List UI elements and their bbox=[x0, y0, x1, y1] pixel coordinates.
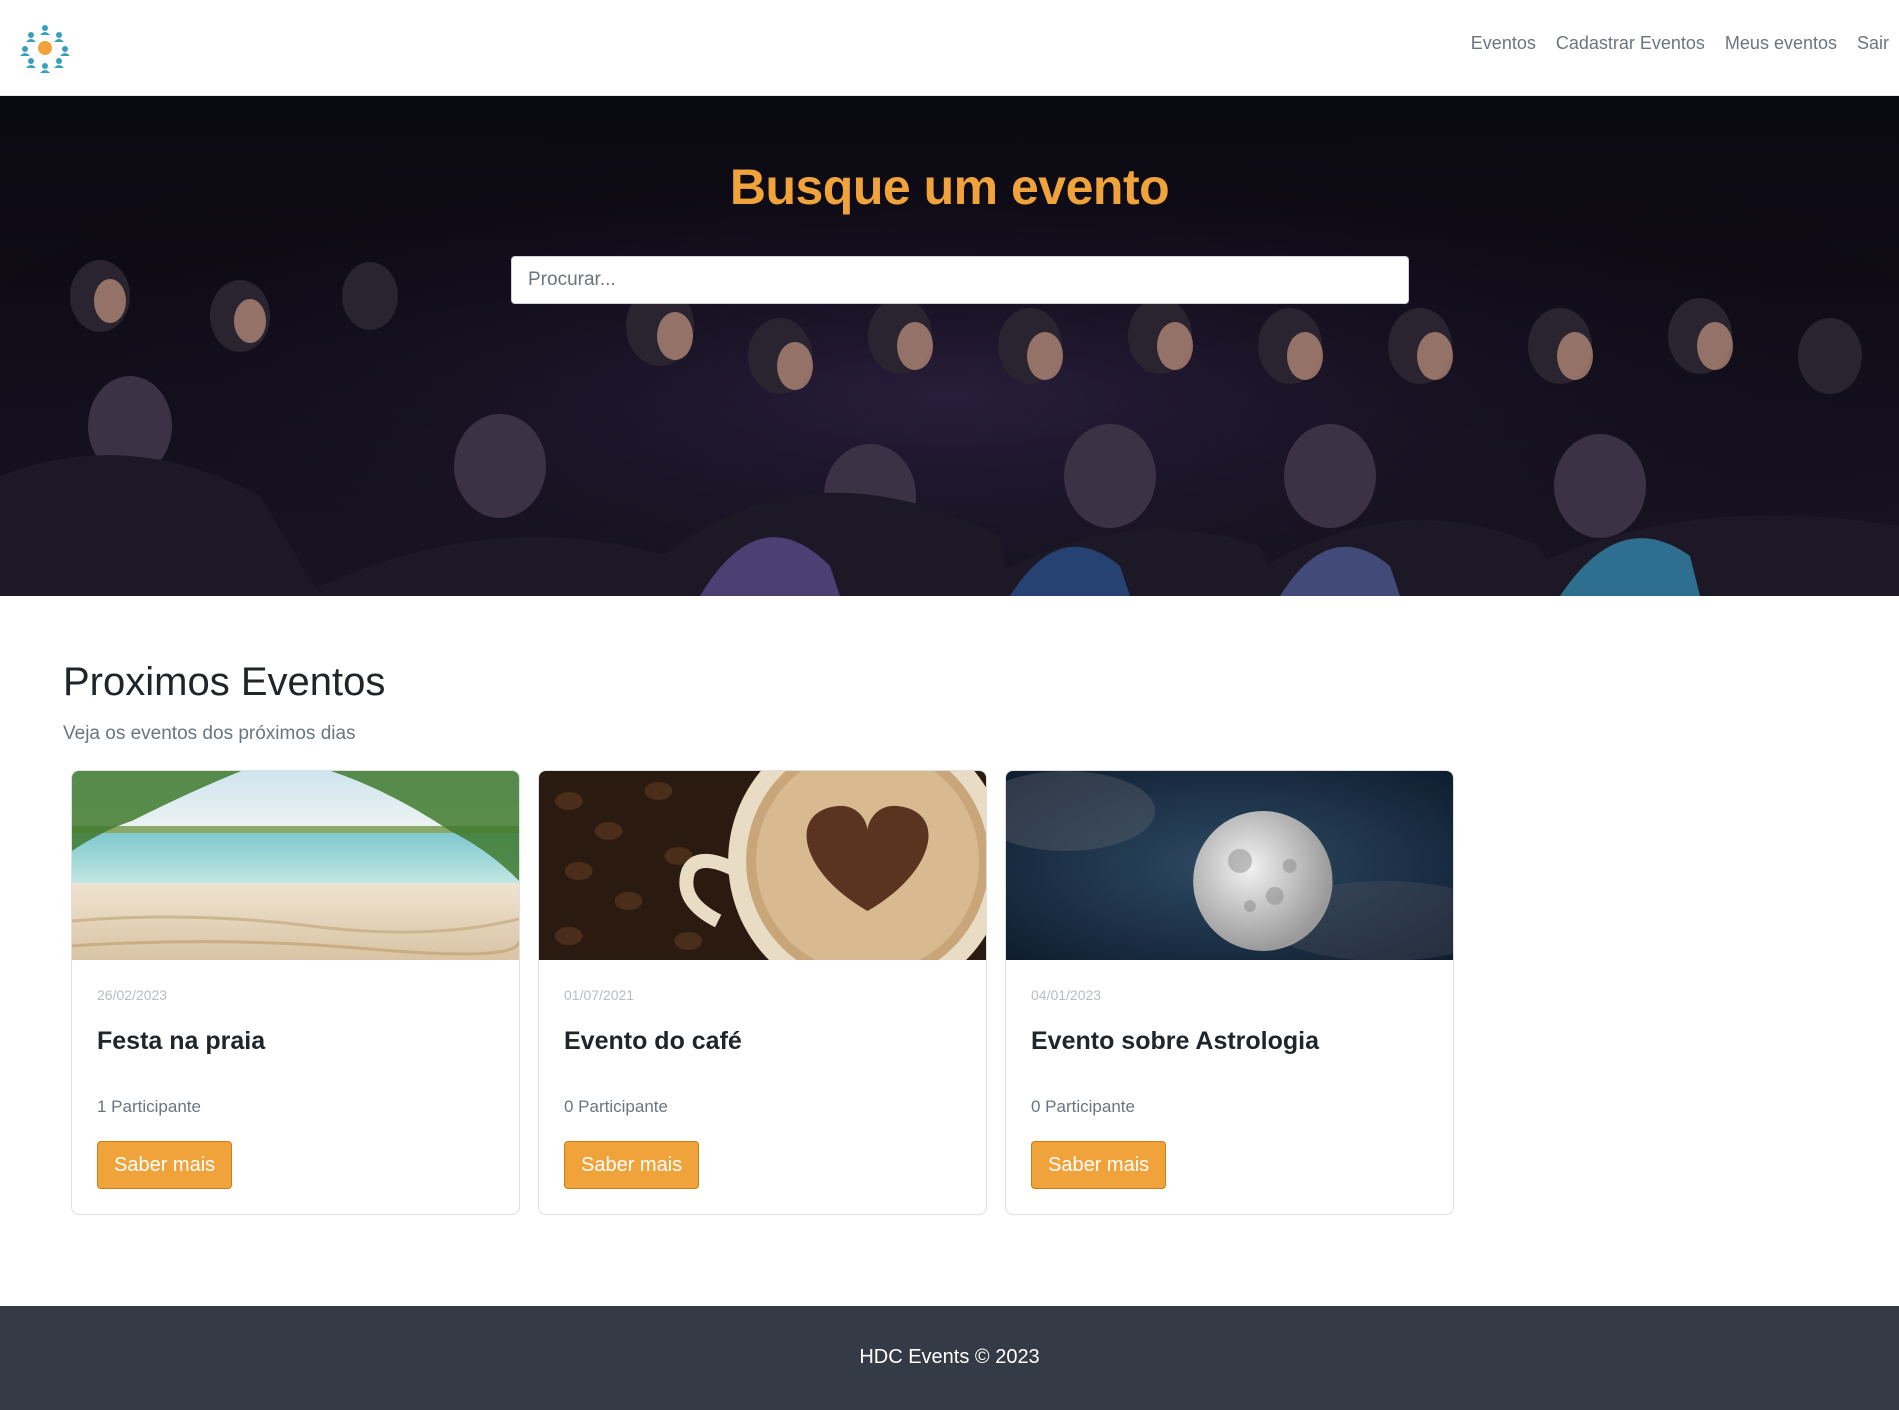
event-participants: 0 Participante bbox=[564, 1097, 668, 1116]
event-card: 01/07/2021 Evento do café 0 Participante… bbox=[538, 770, 987, 1215]
nav-link-sair[interactable]: Sair bbox=[1857, 33, 1889, 54]
event-participants: 1 Participante bbox=[97, 1097, 201, 1116]
hero-banner: Busque um evento bbox=[0, 96, 1899, 596]
event-title: Festa na praia bbox=[97, 1027, 266, 1055]
beach-image bbox=[72, 771, 519, 960]
navbar: Eventos Cadastrar Eventos Meus eventos S… bbox=[0, 0, 1899, 96]
saber-mais-button[interactable]: Saber mais bbox=[564, 1141, 700, 1189]
saber-mais-button[interactable]: Saber mais bbox=[1031, 1141, 1167, 1189]
moon-image bbox=[1006, 771, 1453, 960]
event-date: 01/07/2021 bbox=[564, 987, 635, 1003]
nav-links: Eventos Cadastrar Eventos Meus eventos S… bbox=[1471, 33, 1889, 54]
nav-link-meus-eventos[interactable]: Meus eventos bbox=[1725, 33, 1837, 54]
saber-mais-button[interactable]: Saber mais bbox=[97, 1141, 233, 1189]
hero-title: Busque um evento bbox=[729, 159, 1170, 215]
section-subtitle: Veja os eventos dos próximos dias bbox=[63, 723, 356, 744]
event-card: 04/01/2023 Evento sobre Astrologia 0 Par… bbox=[1005, 770, 1454, 1215]
logo-icon[interactable] bbox=[19, 22, 71, 74]
section-title: Proximos Eventos bbox=[63, 660, 386, 704]
nav-link-cadastrar-eventos[interactable]: Cadastrar Eventos bbox=[1556, 33, 1705, 54]
event-card: 26/02/2023 Festa na praia 1 Participante… bbox=[71, 770, 520, 1215]
event-title: Evento sobre Astrologia bbox=[1031, 1027, 1320, 1055]
footer-text: HDC Events © 2023 bbox=[859, 1346, 1040, 1368]
footer: HDC Events © 2023 bbox=[0, 1306, 1899, 1410]
event-title: Evento do café bbox=[564, 1027, 742, 1055]
search-input[interactable] bbox=[511, 256, 1409, 304]
event-date: 26/02/2023 bbox=[97, 987, 168, 1003]
coffee-image bbox=[539, 771, 986, 960]
nav-link-eventos[interactable]: Eventos bbox=[1471, 33, 1536, 54]
event-participants: 0 Participante bbox=[1031, 1097, 1135, 1116]
event-date: 04/01/2023 bbox=[1031, 987, 1102, 1003]
